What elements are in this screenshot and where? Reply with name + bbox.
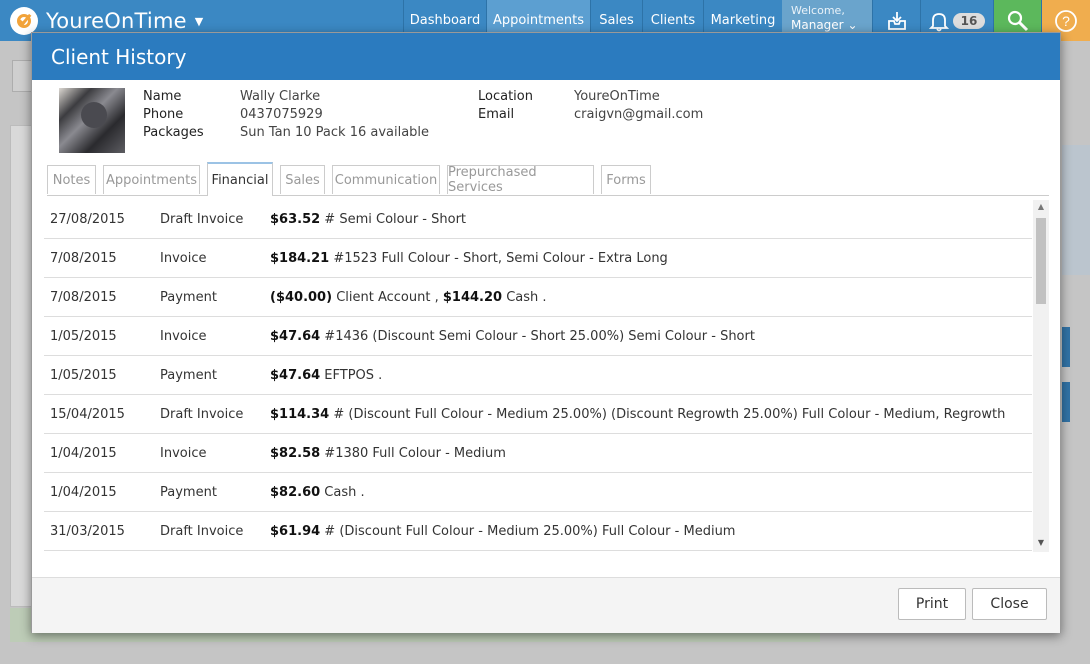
row-description: $82.60 Cash . <box>270 485 365 500</box>
help-icon: ? <box>1055 9 1077 32</box>
chevron-down-icon: ⌄ <box>847 18 858 32</box>
row-type: Draft Invoice <box>160 407 244 422</box>
row-date: 31/03/2015 <box>50 524 125 539</box>
dialog-header: Client History <box>32 33 1060 80</box>
row-amount: $47.64 <box>270 368 321 383</box>
notification-count-badge: 16 <box>952 12 986 29</box>
financial-list: 27/08/2015 Draft Invoice $63.52 # Semi C… <box>44 200 1032 552</box>
row-amount: $63.52 <box>270 212 321 227</box>
financial-row[interactable]: 1/05/2015 Payment $47.64 EFTPOS . <box>44 356 1032 395</box>
financial-row[interactable]: 7/08/2015 Payment ($40.00) Client Accoun… <box>44 278 1032 317</box>
row-type: Invoice <box>160 251 207 266</box>
list-scrollbar[interactable]: ▲ ▼ <box>1033 200 1049 552</box>
row-description: $47.64 #1436 (Discount Semi Colour - Sho… <box>270 329 755 344</box>
phone-label: Phone <box>143 107 184 122</box>
row-description: $184.21 #1523 Full Colour - Short, Semi … <box>270 251 668 266</box>
row-description: $61.94 # (Discount Full Colour - Medium … <box>270 524 735 539</box>
name-label: Name <box>143 89 182 104</box>
row-date: 1/04/2015 <box>50 485 117 500</box>
row-date: 7/08/2015 <box>50 251 117 266</box>
scroll-down-arrow-icon[interactable]: ▼ <box>1033 538 1049 550</box>
row-type: Payment <box>160 368 217 383</box>
financial-row[interactable]: 7/08/2015 Invoice $184.21 #1523 Full Col… <box>44 239 1032 278</box>
row-description: $47.64 EFTPOS . <box>270 368 382 383</box>
financial-row[interactable]: 1/04/2015 Payment $82.60 Cash . <box>44 473 1032 512</box>
row-detail: # (Discount Full Colour - Medium 25.00%)… <box>329 407 1006 422</box>
row-description: ($40.00) Client Account , $144.20 Cash . <box>270 290 547 305</box>
app-name: YoureOnTime <box>46 9 187 33</box>
close-button[interactable]: Close <box>972 588 1047 620</box>
svg-text:?: ? <box>1062 13 1070 29</box>
row-amount: $61.94 <box>270 524 321 539</box>
bell-icon <box>928 12 949 31</box>
history-tabs: Notes Appointments Financial Sales Commu… <box>47 162 1049 196</box>
row-amount: $184.21 <box>270 251 330 266</box>
client-avatar <box>59 88 125 153</box>
row-description: $63.52 # Semi Colour - Short <box>270 212 466 227</box>
tab-prepurchased-services[interactable]: Prepurchased Services <box>447 165 594 195</box>
row-detail: #1436 (Discount Semi Colour - Short 25.0… <box>320 329 755 344</box>
financial-row[interactable]: 1/04/2015 Invoice $82.58 #1380 Full Colo… <box>44 434 1032 473</box>
row-type: Draft Invoice <box>160 524 244 539</box>
row-date: 15/04/2015 <box>50 407 125 422</box>
tab-forms[interactable]: Forms <box>601 165 651 194</box>
row-detail: Client Account , <box>332 290 443 305</box>
row-type: Draft Invoice <box>160 212 244 227</box>
row-date: 1/04/2015 <box>50 446 117 461</box>
dialog-footer: Print Close <box>32 577 1060 633</box>
tab-appointments[interactable]: Appointments <box>103 165 200 194</box>
tab-financial[interactable]: Financial <box>207 162 273 196</box>
client-name: Wally Clarke <box>240 89 321 104</box>
row-description: $82.58 #1380 Full Colour - Medium <box>270 446 506 461</box>
row-amount: ($40.00) <box>270 290 333 305</box>
user-name: Manager <box>791 18 844 32</box>
caret-down-icon: ▼ <box>194 14 204 28</box>
row-amount: $47.64 <box>270 329 321 344</box>
client-phone: 0437075929 <box>240 107 323 122</box>
tab-notes[interactable]: Notes <box>47 165 96 194</box>
print-button[interactable]: Print <box>898 588 966 620</box>
scroll-up-arrow-icon[interactable]: ▲ <box>1033 202 1049 214</box>
clock-check-logo-icon <box>10 7 38 35</box>
row-amount: $82.58 <box>270 446 321 461</box>
row-type: Invoice <box>160 329 207 344</box>
client-history-dialog: Client History Name Wally Clarke Phone 0… <box>31 32 1061 633</box>
financial-row[interactable]: 31/03/2015 Draft Invoice $61.94 # (Disco… <box>44 512 1032 551</box>
client-packages: Sun Tan 10 Pack 16 available <box>240 125 430 140</box>
row-detail: # Semi Colour - Short <box>320 212 467 227</box>
row-detail: EFTPOS . <box>320 368 383 383</box>
row-type: Invoice <box>160 446 207 461</box>
row-date: 1/05/2015 <box>50 329 117 344</box>
inbox-icon <box>887 11 906 30</box>
financial-row[interactable]: 1/05/2015 Invoice $47.64 #1436 (Discount… <box>44 317 1032 356</box>
row-amount-secondary: $144.20 <box>442 290 503 305</box>
tab-sales[interactable]: Sales <box>280 165 325 194</box>
welcome-text: Welcome, <box>791 4 845 17</box>
row-detail: # (Discount Full Colour - Medium 25.00%)… <box>320 524 736 539</box>
financial-row[interactable]: 27/08/2015 Draft Invoice $63.52 # Semi C… <box>44 200 1032 239</box>
row-amount: $114.34 <box>270 407 330 422</box>
row-type: Payment <box>160 485 217 500</box>
search-icon <box>1007 10 1028 31</box>
row-detail: Cash . <box>320 485 365 500</box>
email-label: Email <box>478 107 515 122</box>
client-location: YoureOnTime <box>574 89 660 104</box>
client-email: craigvn@gmail.com <box>574 107 704 122</box>
row-date: 27/08/2015 <box>50 212 125 227</box>
financial-row[interactable]: 15/04/2015 Draft Invoice $114.34 # (Disc… <box>44 395 1032 434</box>
packages-label: Packages <box>143 125 204 140</box>
location-label: Location <box>478 89 533 104</box>
scroll-thumb[interactable] <box>1036 218 1046 304</box>
row-type: Payment <box>160 290 217 305</box>
dialog-title: Client History <box>51 45 187 69</box>
tab-communication[interactable]: Communication <box>332 165 440 194</box>
row-detail: #1380 Full Colour - Medium <box>320 446 506 461</box>
row-description: $114.34 # (Discount Full Colour - Medium… <box>270 407 1005 422</box>
row-detail: #1523 Full Colour - Short, Semi Colour -… <box>329 251 668 266</box>
row-detail-secondary: Cash . <box>502 290 547 305</box>
row-date: 1/05/2015 <box>50 368 117 383</box>
row-date: 7/08/2015 <box>50 290 117 305</box>
row-amount: $82.60 <box>270 485 321 500</box>
